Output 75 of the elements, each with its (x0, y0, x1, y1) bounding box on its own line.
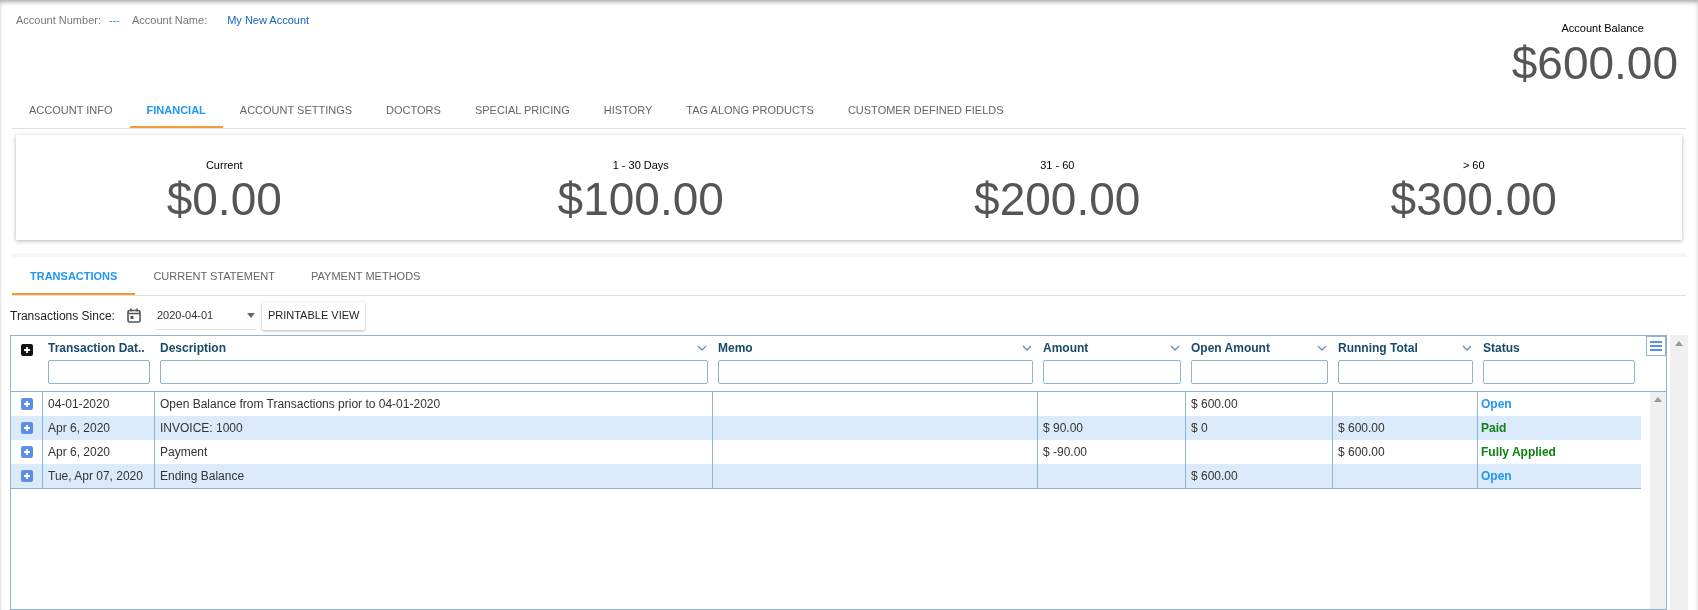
aging-label: > 60 (1462, 158, 1485, 173)
tab[interactable]: TAG ALONG PRODUCTS (669, 93, 831, 128)
scroll-up-icon[interactable] (1675, 340, 1683, 346)
column-header[interactable]: Running Total (1338, 338, 1418, 357)
table-cell-text: $ 600.00 (1338, 419, 1385, 437)
aging-amount: $300.00 (1390, 173, 1557, 224)
chevron-down-icon[interactable] (1169, 343, 1181, 352)
account-name[interactable]: My New Account (227, 12, 310, 29)
column-menu-button[interactable] (1646, 335, 1666, 356)
menu-icon (1650, 340, 1662, 351)
dropdown-icon (246, 312, 255, 318)
tab[interactable]: DOCTORS (369, 93, 458, 128)
tab[interactable]: PAYMENT METHODS (293, 260, 439, 295)
table-cell-text: $ 90.00 (1043, 419, 1084, 437)
column-header[interactable]: Memo (718, 338, 753, 357)
account-name-label: Account Name: (132, 13, 208, 28)
filter-field[interactable] (1338, 359, 1473, 384)
date-field[interactable]: 2020-04-01 (155, 301, 256, 330)
tab[interactable]: HISTORY (586, 93, 670, 128)
since-label: Transactions Since: (10, 307, 115, 325)
aging-label: 31 - 60 (1040, 158, 1075, 173)
filter-field[interactable] (48, 359, 150, 384)
expand-row-icon[interactable] (20, 445, 33, 458)
chevron-down-icon[interactable] (1461, 343, 1473, 352)
account-number: --- (109, 13, 120, 28)
expand-all-icon[interactable] (21, 343, 33, 356)
aging-amount: $0.00 (166, 173, 282, 224)
tab[interactable]: CURRENT STATEMENT (135, 260, 293, 295)
tab[interactable]: ACCOUNT INFO (12, 93, 130, 128)
status-text: Open (1481, 395, 1512, 413)
aging-amount: $100.00 (557, 173, 724, 224)
expand-row-icon[interactable] (20, 421, 33, 434)
status-text: Fully Applied (1481, 443, 1556, 461)
chevron-down-icon[interactable] (696, 343, 708, 352)
filter-field[interactable] (1483, 359, 1635, 384)
aging-amount: $200.00 (974, 173, 1141, 224)
table-cell-text: $ 0 (1191, 419, 1208, 437)
filter-field[interactable] (718, 359, 1033, 384)
table-cell-text: Payment (160, 443, 208, 461)
table-cell-text: $ -90.00 (1043, 443, 1088, 461)
column-header[interactable]: Transaction Dat.. (48, 338, 145, 357)
table-cell-text: 04-01-2020 (48, 395, 110, 413)
balance-value: $600.00 (1511, 36, 1678, 89)
table-cell-text: Ending Balance (160, 467, 245, 485)
expand-row-icon[interactable] (20, 469, 33, 482)
table-cell-text: Tue, Apr 07, 2020 (48, 467, 143, 485)
tab[interactable]: ACCOUNT SETTINGS (222, 93, 370, 128)
table-cell-text: INVOICE: 1000 (160, 419, 243, 437)
column-header[interactable]: Amount (1043, 338, 1089, 357)
tab[interactable]: CUSTOMER DEFINED FIELDS (830, 93, 1021, 128)
printable-view-button[interactable]: PRINTABLE VIEW (261, 301, 366, 330)
tab[interactable]: SPECIAL PRICING (457, 93, 587, 128)
aging-label: 1 - 30 Days (612, 158, 669, 173)
column-header[interactable]: Description (160, 338, 226, 357)
table-cell-text: $ 600.00 (1338, 443, 1385, 461)
table-cell-text: $ 600.00 (1191, 395, 1238, 413)
column-header[interactable]: Status (1483, 338, 1520, 357)
column-header[interactable]: Open Amount (1191, 338, 1270, 357)
scroll-up-icon[interactable] (1654, 396, 1662, 402)
filter-field[interactable] (1191, 359, 1328, 384)
filter-field[interactable] (160, 359, 708, 384)
expand-row-icon[interactable] (20, 397, 33, 410)
chevron-down-icon[interactable] (1021, 343, 1033, 352)
status-text: Paid (1481, 419, 1507, 437)
table-cell-text: Open Balance from Transactions prior to 04-01-2020 (160, 395, 441, 413)
table-cell-text: Apr 6, 2020 (48, 419, 111, 437)
chevron-down-icon[interactable] (1316, 343, 1328, 352)
table-cell-text: $ 600.00 (1191, 467, 1238, 485)
table-cell-text: Apr 6, 2020 (48, 443, 111, 461)
filter-field[interactable] (1043, 359, 1181, 384)
account-number-label: Account Number: (16, 13, 101, 28)
aging-label: Current (205, 158, 243, 173)
balance-label: Account Balance (1561, 21, 1644, 36)
calendar-icon[interactable] (126, 308, 141, 323)
status-text: Open (1481, 467, 1512, 485)
